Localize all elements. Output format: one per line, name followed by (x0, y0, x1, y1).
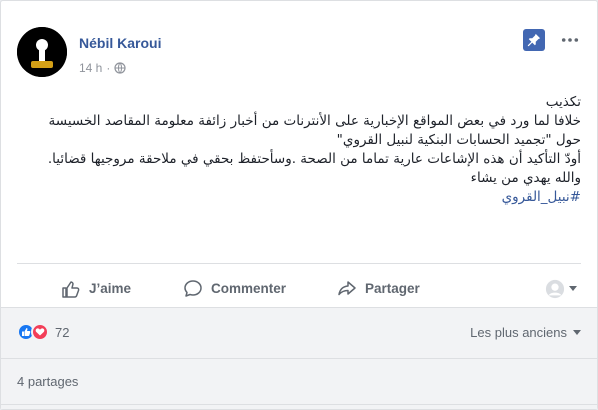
more-options-button[interactable] (559, 31, 581, 49)
thumbs-up-icon (62, 280, 80, 298)
chevron-down-icon (569, 286, 577, 291)
caret-down-icon (573, 329, 581, 335)
more-dots-icon (561, 38, 579, 42)
post-text: تكذيب خلافا لما ورد في بعض المواقع الإخب… (17, 93, 581, 207)
post-line: أودّ التأكيد أن هذه الإشاعات عارية تماما… (47, 151, 581, 167)
share-button[interactable]: Partager (327, 273, 477, 305)
comment-button[interactable]: Commenter (167, 273, 327, 305)
pushpin-icon (527, 33, 541, 47)
post-line: والله يهدي من يشاء (470, 170, 581, 186)
post-line: تكذيب (545, 94, 581, 110)
hashtag-link[interactable]: #نبيل_القروي (502, 189, 581, 205)
comment-label: Commenter (211, 281, 287, 296)
avatar-logo-icon (17, 27, 67, 77)
reaction-count[interactable]: 72 (55, 325, 69, 340)
post-time[interactable]: 14 h (79, 61, 102, 75)
pin-button[interactable] (523, 29, 545, 51)
facebook-post: Nébil Karoui 14 h · تكذيب خلافا لما ورد … (0, 0, 598, 410)
divider (1, 404, 597, 405)
reactions-section: 72 Les plus anciens 4 partages (1, 307, 597, 409)
divider (1, 358, 597, 359)
page-avatar[interactable] (17, 27, 67, 77)
author-name[interactable]: Nébil Karoui (79, 35, 161, 51)
sort-label: Les plus anciens (470, 324, 567, 340)
profile-avatar-icon (545, 279, 565, 298)
reactions-row: 72 Les plus anciens (17, 318, 581, 346)
comment-sort-dropdown[interactable]: Les plus anciens (470, 325, 581, 340)
meta-separator: · (106, 61, 111, 75)
post-header: Nébil Karoui 14 h · (17, 27, 583, 83)
post-as-selector[interactable] (545, 279, 577, 299)
love-reaction-icon (31, 323, 49, 341)
share-label: Partager (365, 281, 420, 296)
speech-bubble-icon (184, 279, 202, 297)
shares-count[interactable]: 4 partages (17, 374, 78, 389)
like-button[interactable]: J’aime (17, 273, 167, 305)
post-line: حول "تجميد الحسابات البنكية لنبيل القروي… (336, 132, 581, 148)
like-label: J’aime (89, 281, 132, 296)
reaction-icons[interactable] (17, 323, 49, 341)
action-bar: J’aime Commenter Partager (17, 263, 581, 305)
globe-icon (114, 62, 126, 74)
post-line: خلافا لما ورد في بعض المواقع الإخبارية ع… (48, 113, 581, 129)
post-meta: 14 h · (79, 61, 126, 75)
share-arrow-icon (338, 280, 356, 295)
